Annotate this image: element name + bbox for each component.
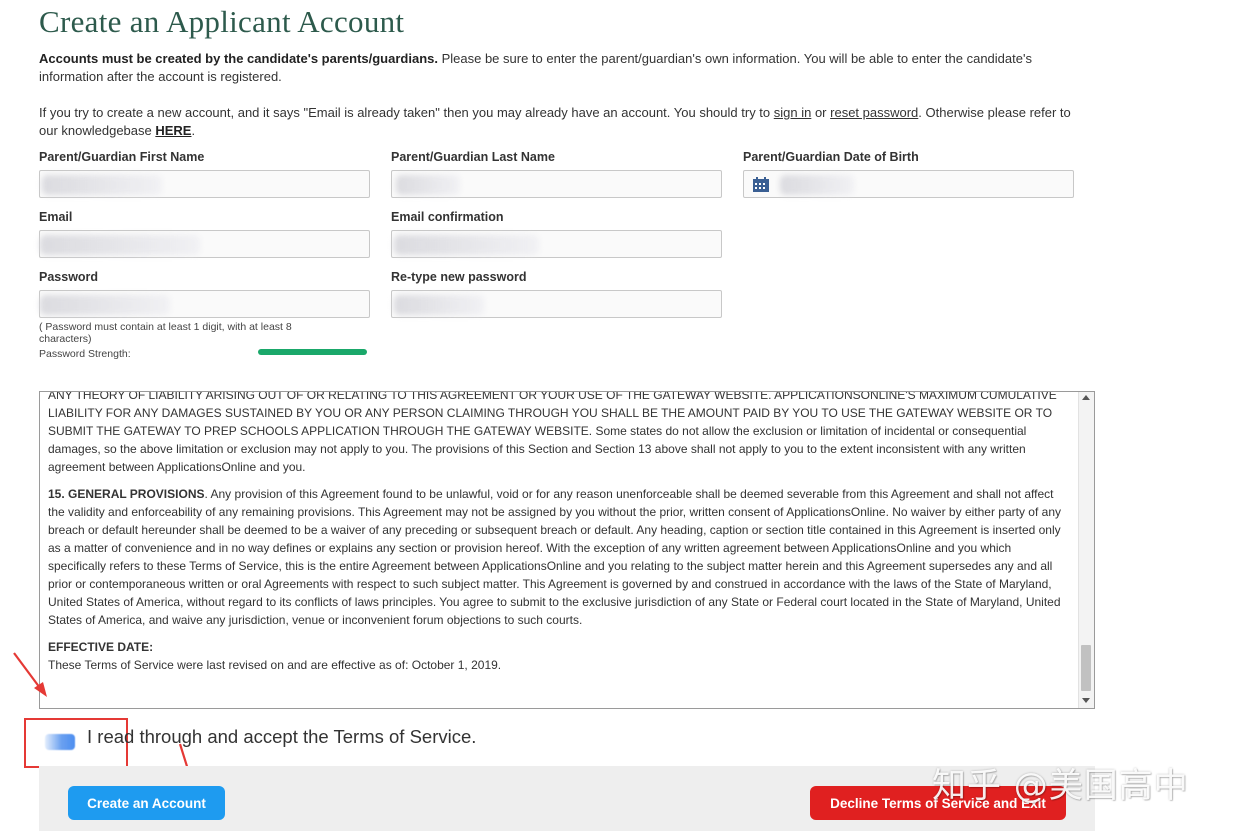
scroll-up-arrow-icon[interactable] — [1082, 395, 1090, 400]
calendar-icon[interactable] — [752, 177, 770, 193]
intro-help-text: If you try to create a new account, and … — [39, 104, 1089, 140]
retype-password-label: Re-type new password — [391, 270, 527, 284]
email-input[interactable] — [39, 230, 370, 258]
page-title: Create an Applicant Account — [39, 4, 405, 39]
intro-help-part: If you try to create a new account, and … — [39, 105, 774, 120]
password-hint: ( Password must contain at least 1 digit… — [39, 321, 292, 345]
intro-text: Accounts must be created by the candidat… — [39, 50, 1089, 86]
password-label: Password — [39, 270, 99, 284]
scroll-down-arrow-icon[interactable] — [1082, 698, 1090, 703]
redacted-value — [42, 175, 162, 195]
redacted-value — [394, 295, 484, 315]
terms-content: ANY THEORY OF LIABILITY ARISING OUT OF O… — [48, 391, 1070, 674]
password-strength-bar — [258, 349, 367, 355]
scroll-thumb[interactable] — [1081, 645, 1091, 691]
first-name-input[interactable] — [39, 170, 370, 198]
redacted-value — [40, 295, 170, 315]
retype-password-input[interactable] — [391, 290, 722, 318]
accept-terms-checkbox[interactable] — [45, 734, 75, 750]
redacted-value — [396, 175, 460, 195]
annotation-arrow-icon — [13, 652, 47, 697]
reset-password-link[interactable]: reset password — [830, 105, 918, 120]
email-confirm-input[interactable] — [391, 230, 722, 258]
last-name-input[interactable] — [391, 170, 722, 198]
redacted-value — [394, 235, 539, 255]
tos-paragraph-effective: EFFECTIVE DATE: These Terms of Service we… — [48, 638, 1070, 674]
watermark: 知乎 @美国高中 — [932, 766, 1189, 806]
tos-effective-heading: EFFECTIVE DATE: — [48, 640, 154, 654]
password-input[interactable] — [39, 290, 370, 318]
tos-section-text: . Any provision of this Agreement found … — [48, 487, 1061, 627]
create-account-button[interactable]: Create an Account — [68, 786, 225, 820]
accept-terms-label[interactable]: I read through and accept the Terms of S… — [87, 726, 476, 748]
tos-section-heading: 15. GENERAL PROVISIONS — [48, 487, 205, 501]
tos-effective-text: These Terms of Service were last revised… — [48, 658, 502, 672]
tos-paragraph-liability: ANY THEORY OF LIABILITY ARISING OUT OF O… — [48, 391, 1057, 474]
dob-input[interactable] — [743, 170, 1074, 198]
terms-of-service-box[interactable]: ANY THEORY OF LIABILITY ARISING OUT OF O… — [39, 391, 1095, 709]
email-confirm-label: Email confirmation — [391, 210, 504, 224]
tos-paragraph-general-provisions: 15. GENERAL PROVISIONS. Any provision of… — [48, 485, 1070, 629]
redacted-value — [40, 235, 200, 255]
intro-help-period: . — [191, 123, 196, 138]
password-strength-label: Password Strength: — [39, 348, 131, 360]
intro-help-or: or — [811, 105, 831, 120]
tos-scrollbar[interactable] — [1078, 392, 1094, 708]
email-label: Email — [39, 210, 73, 224]
first-name-label: Parent/Guardian First Name — [39, 150, 205, 164]
sign-in-link[interactable]: sign in — [774, 105, 812, 120]
last-name-label: Parent/Guardian Last Name — [391, 150, 555, 164]
intro-bold: Accounts must be created by the candidat… — [39, 51, 438, 66]
dob-label: Parent/Guardian Date of Birth — [743, 150, 919, 164]
knowledgebase-link[interactable]: HERE — [155, 123, 191, 138]
redacted-value — [780, 175, 854, 195]
